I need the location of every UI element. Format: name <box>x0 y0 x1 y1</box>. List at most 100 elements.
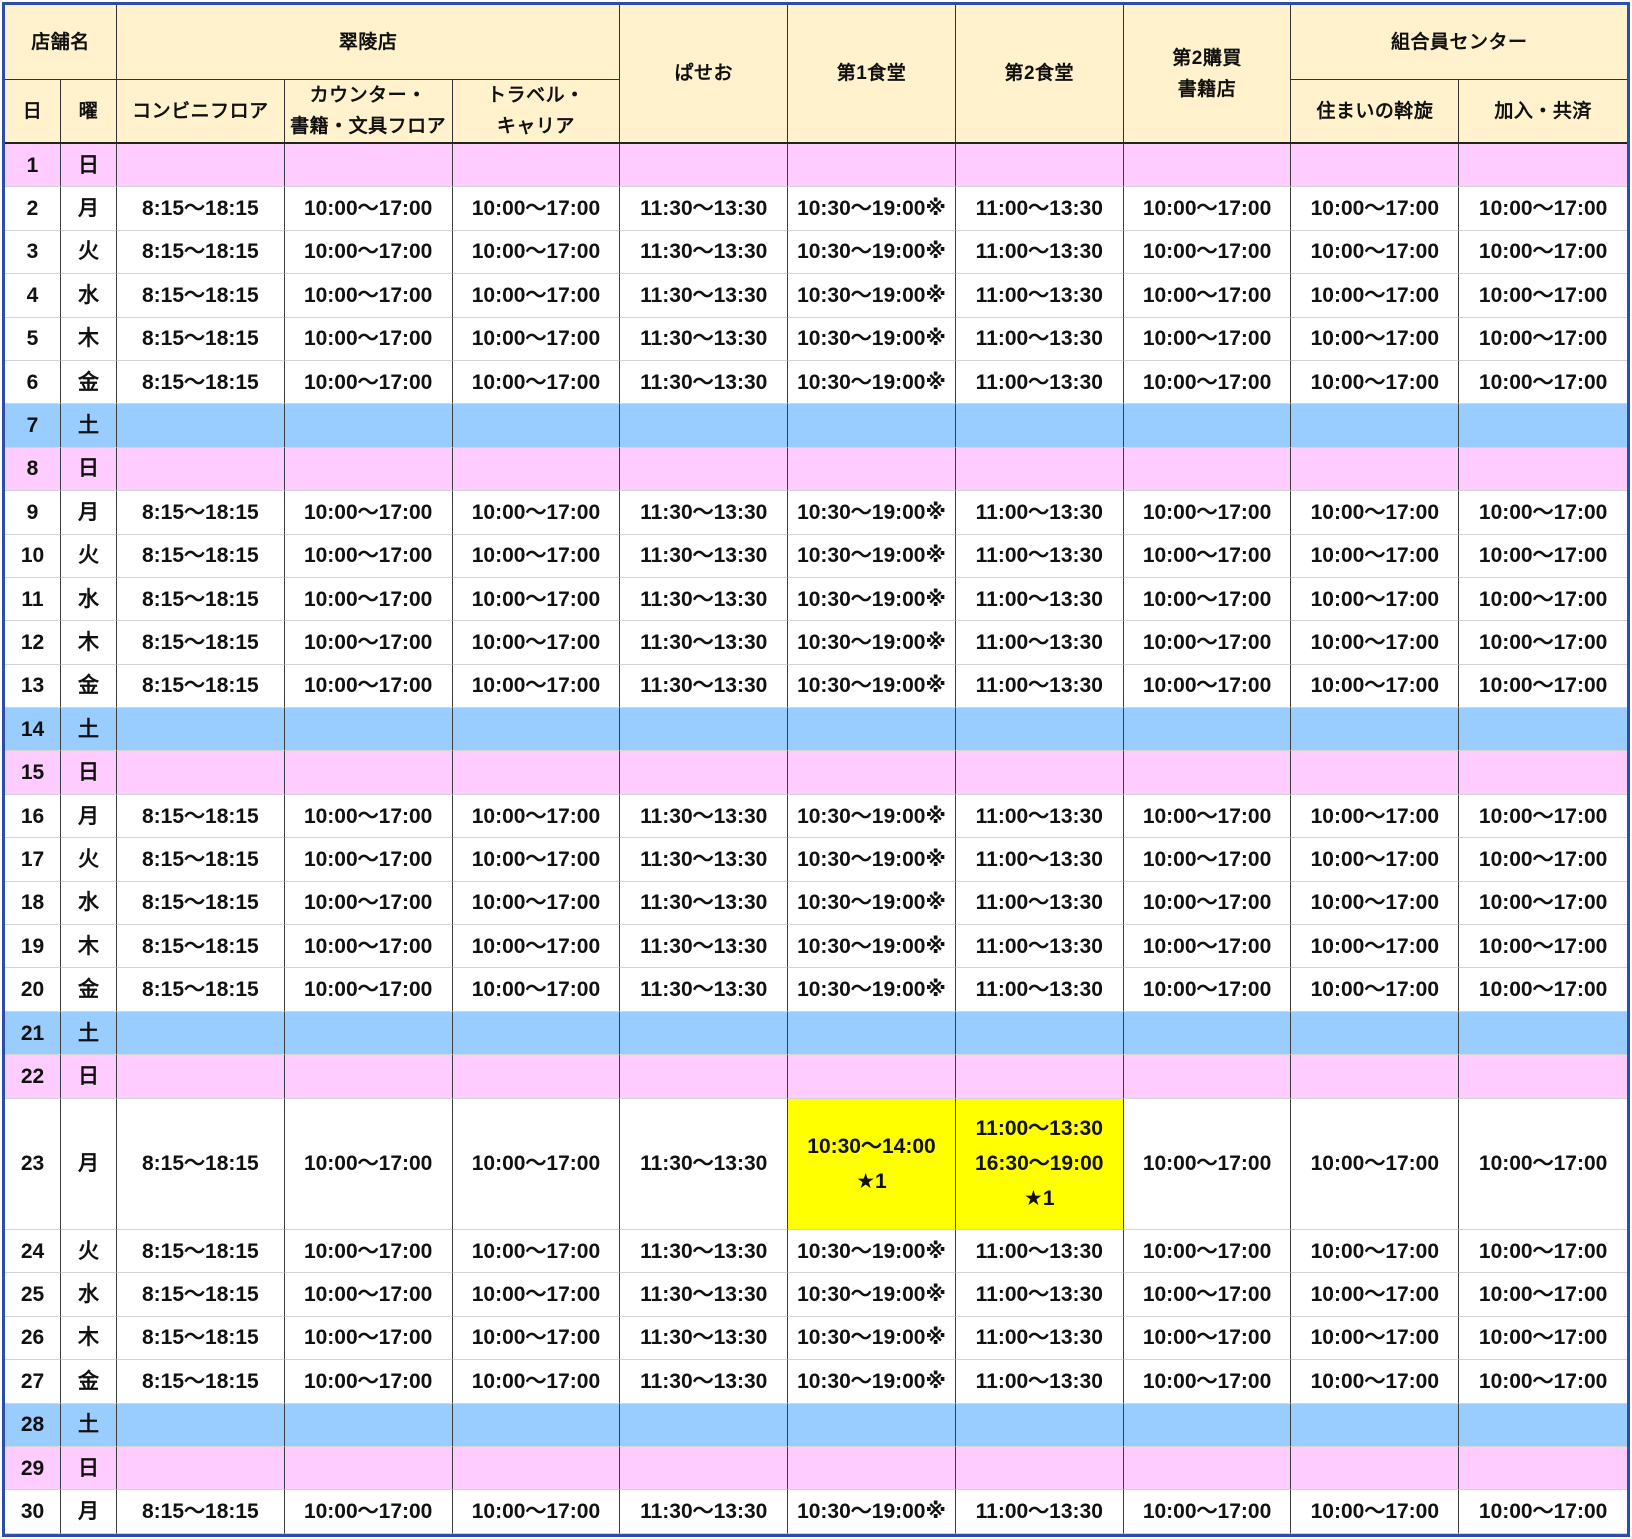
hours-cell-store-2-books: 10:00～17:00 <box>1123 621 1292 665</box>
weekday-cell: 水 <box>61 881 117 926</box>
hours-cell-travel-career: 10:00～17:00 <box>452 881 621 926</box>
hours-cell-store-2-books: 10:00～17:00 <box>1123 274 1292 318</box>
weekday-cell: 日 <box>61 1055 117 1099</box>
day-cell: 29 <box>5 1446 61 1491</box>
hours-cell-paseo <box>620 447 789 492</box>
day-cell: 3 <box>5 230 61 275</box>
hours-cell-convenience-floor: 8:15～18:15 <box>117 317 285 361</box>
hours-cell-travel-career <box>452 708 621 752</box>
hours-cell-paseo: 11:30～13:30 <box>620 968 789 1012</box>
hours-cell-convenience-floor: 8:15～18:15 <box>117 925 285 969</box>
weekday-cell: 金 <box>61 360 117 405</box>
day-cell: 17 <box>5 838 61 882</box>
hours-cell-housing <box>1291 708 1460 752</box>
hours-cell-store-2-books: 10:00～17:00 <box>1123 1098 1292 1230</box>
header-col-membership-insurance: 加入・共済 <box>1459 80 1627 144</box>
hours-cell-paseo <box>620 404 789 448</box>
hours-cell-cafeteria-1 <box>788 1011 956 1056</box>
table-row: 5 木 8:15～18:15 10:00～17:00 10:00～17:00 11:30～… <box>5 317 1627 361</box>
hours-cell-membership-insurance: 10:00～17:00 <box>1459 360 1627 405</box>
hours-cell-cafeteria-2: 11:00～13:30 <box>955 1316 1124 1361</box>
hours-cell-membership-insurance: 10:00～17:00 <box>1459 534 1627 578</box>
hours-cell-cafeteria-1 <box>788 1055 956 1099</box>
hours-cell-store-2-books: 10:00～17:00 <box>1123 1490 1292 1534</box>
table-row: 6 金 8:15～18:15 10:00～17:00 10:00～17:00 11:30～… <box>5 360 1627 405</box>
hours-cell-convenience-floor <box>117 708 285 752</box>
table-row: 25 水 8:15～18:15 10:00～17:00 10:00～17:00 11:30… <box>5 1273 1627 1317</box>
hours-cell-store-2-books: 10:00～17:00 <box>1123 1316 1292 1361</box>
hours-cell-membership-insurance <box>1459 404 1627 448</box>
hours-cell-cafeteria-2 <box>955 1446 1124 1491</box>
hours-cell-convenience-floor: 8:15～18:15 <box>117 491 285 535</box>
hours-cell-membership-insurance <box>1459 751 1627 795</box>
hours-cell-cafeteria-1: 10:30～19:00※ <box>788 274 956 318</box>
hours-cell-convenience-floor: 8:15～18:15 <box>117 360 285 405</box>
hours-cell-store-2-books: 10:00～17:00 <box>1123 317 1292 361</box>
hours-cell-convenience-floor: 8:15～18:15 <box>117 1229 285 1274</box>
header-group-suiryo-store: 翠陵店 <box>117 5 621 80</box>
day-cell: 16 <box>5 794 61 839</box>
header-col-housing: 住まいの斡旋 <box>1291 80 1460 144</box>
hours-cell-paseo: 11:30～13:30 <box>620 664 789 709</box>
hours-cell-travel-career: 10:00～17:00 <box>452 1098 621 1230</box>
day-cell: 30 <box>5 1490 61 1534</box>
hours-cell-cafeteria-2: 11:00～13:30 <box>955 577 1124 622</box>
hours-cell-travel-career <box>452 1403 621 1447</box>
hours-cell-convenience-floor: 8:15～18:15 <box>117 577 285 622</box>
hours-cell-travel-career: 10:00～17:00 <box>452 274 621 318</box>
hours-cell-counter-books-stationery <box>284 708 453 752</box>
hours-cell-cafeteria-2 <box>955 144 1124 188</box>
hours-cell-housing: 10:00～17:00 <box>1291 1360 1460 1404</box>
hours-cell-cafeteria-2: 11:00～13:30 <box>955 230 1124 275</box>
hours-cell-housing <box>1291 1011 1460 1056</box>
hours-cell-store-2-books <box>1123 1011 1292 1056</box>
hours-cell-membership-insurance <box>1459 447 1627 492</box>
hours-cell-travel-career: 10:00～17:00 <box>452 577 621 622</box>
hours-cell-store-2-books: 10:00～17:00 <box>1123 230 1292 275</box>
weekday-cell: 木 <box>61 1316 117 1361</box>
hours-cell-paseo: 11:30～13:30 <box>620 1360 789 1404</box>
table-row: 2 月 8:15～18:15 10:00～17:00 10:00～17:00 11:30～… <box>5 187 1627 231</box>
weekday-cell: 金 <box>61 664 117 709</box>
hours-cell-membership-insurance <box>1459 708 1627 752</box>
hours-cell-counter-books-stationery: 10:00～17:00 <box>284 1229 453 1274</box>
table-row: 17 火 8:15～18:15 10:00～17:00 10:00～17:00 11:30… <box>5 838 1627 882</box>
table-row: 11 水 8:15～18:15 10:00～17:00 10:00～17:00 11:30… <box>5 577 1627 622</box>
hours-cell-cafeteria-1: 10:30～14:00 ★1 <box>788 1098 956 1230</box>
weekday-cell: 日 <box>61 1446 117 1491</box>
hours-cell-convenience-floor: 8:15～18:15 <box>117 187 285 231</box>
hours-cell-travel-career: 10:00～17:00 <box>452 491 621 535</box>
hours-cell-paseo: 11:30～13:30 <box>620 274 789 318</box>
hours-cell-cafeteria-2: 11:00～13:30 <box>955 925 1124 969</box>
hours-cell-housing: 10:00～17:00 <box>1291 1098 1460 1230</box>
hours-cell-membership-insurance: 10:00～17:00 <box>1459 925 1627 969</box>
hours-cell-paseo: 11:30～13:30 <box>620 1316 789 1361</box>
hours-cell-paseo <box>620 1403 789 1447</box>
weekday-cell: 金 <box>61 968 117 1012</box>
hours-cell-cafeteria-1 <box>788 1403 956 1447</box>
hours-cell-counter-books-stationery: 10:00～17:00 <box>284 187 453 231</box>
hours-cell-counter-books-stationery: 10:00～17:00 <box>284 317 453 361</box>
hours-cell-paseo: 11:30～13:30 <box>620 187 789 231</box>
weekday-cell: 木 <box>61 621 117 665</box>
hours-cell-store-2-books: 10:00～17:00 <box>1123 968 1292 1012</box>
hours-cell-counter-books-stationery: 10:00～17:00 <box>284 534 453 578</box>
hours-cell-travel-career <box>452 1011 621 1056</box>
hours-cell-convenience-floor: 8:15～18:15 <box>117 794 285 839</box>
header-col-paseo: ぱせお <box>620 5 789 144</box>
hours-cell-convenience-floor: 8:15～18:15 <box>117 1273 285 1317</box>
table-row: 13 金 8:15～18:15 10:00～17:00 10:00～17:00 11:30… <box>5 664 1627 709</box>
header-col-counter-books-stationery: カウンター・ 書籍・文具フロア <box>284 80 453 144</box>
hours-cell-convenience-floor: 8:15～18:15 <box>117 838 285 882</box>
hours-cell-cafeteria-2: 11:00～13:30 <box>955 1490 1124 1534</box>
weekday-cell: 木 <box>61 317 117 361</box>
weekday-cell: 土 <box>61 404 117 448</box>
hours-cell-cafeteria-1 <box>788 751 956 795</box>
hours-cell-travel-career <box>452 751 621 795</box>
table-row: 19 木 8:15～18:15 10:00～17:00 10:00～17:00 11:30… <box>5 925 1627 969</box>
table-row: 10 火 8:15～18:15 10:00～17:00 10:00～17:00 11:30… <box>5 534 1627 578</box>
hours-cell-convenience-floor: 8:15～18:15 <box>117 1490 285 1534</box>
hours-cell-convenience-floor: 8:15～18:15 <box>117 881 285 926</box>
hours-cell-cafeteria-2: 11:00～13:30 <box>955 360 1124 405</box>
hours-cell-travel-career: 10:00～17:00 <box>452 230 621 275</box>
